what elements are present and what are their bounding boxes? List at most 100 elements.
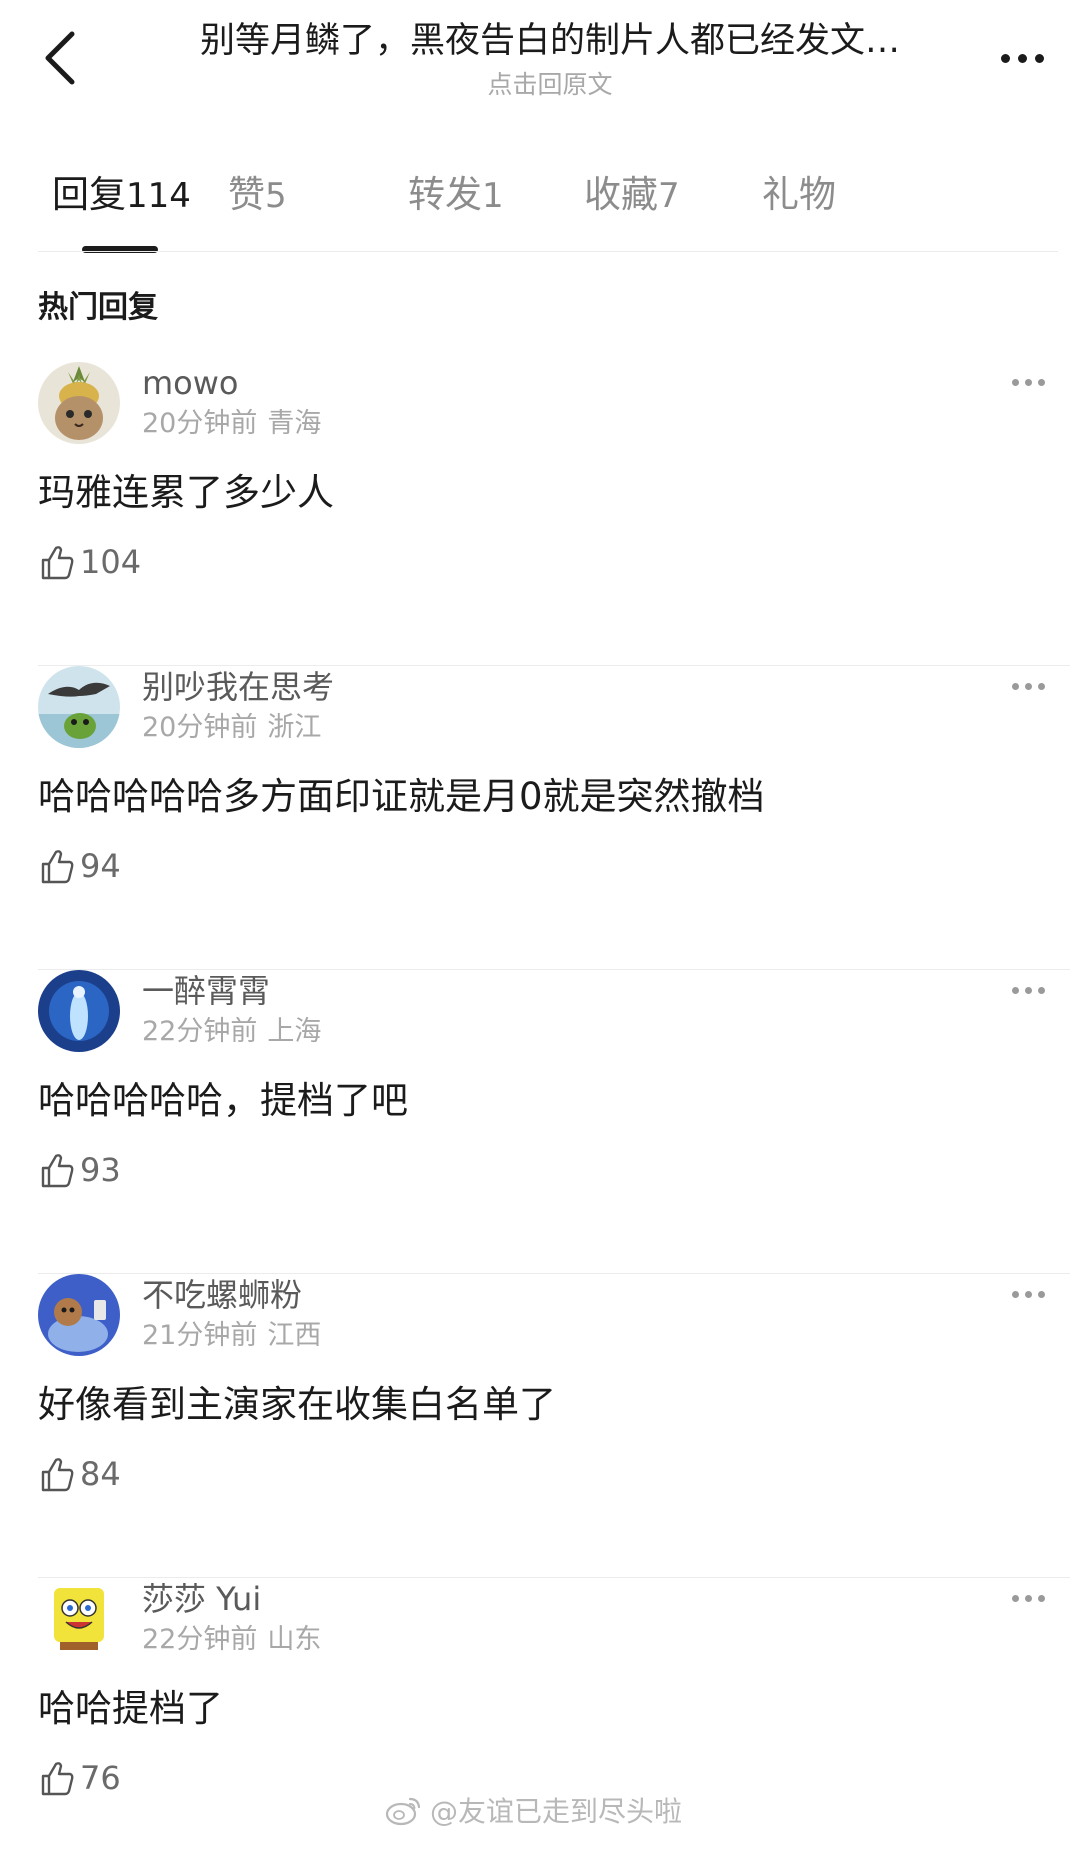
back-button[interactable] <box>28 22 92 94</box>
comment-time: 21分钟前 <box>142 1320 258 1351</box>
comment-meta: 22分钟前 上海 <box>142 1014 321 1050</box>
comment-item: mowo 20分钟前 青海 玛雅连累了多少人 104 <box>0 362 1080 666</box>
tab-count: 114 <box>126 176 191 216</box>
more-dot-icon <box>1000 53 1010 63</box>
comment-time: 20分钟前 <box>142 408 258 439</box>
tab-count: 7 <box>658 176 680 216</box>
tab-label: 礼物 <box>762 173 836 216</box>
comment-text: 哈哈哈哈哈，提档了吧 <box>38 1079 408 1122</box>
tab-count: 5 <box>265 176 287 216</box>
watermark: @友谊已走到尽头啦 <box>384 1788 682 1832</box>
thumbs-up-icon <box>41 1762 74 1796</box>
like-button[interactable]: 94 <box>38 844 121 888</box>
comment-time: 22分钟前 <box>142 1016 258 1047</box>
comment-more-button[interactable] <box>1000 978 1056 1002</box>
more-dot-icon <box>1037 682 1045 690</box>
more-dot-icon <box>1011 1594 1019 1602</box>
like-count: 93 <box>80 1151 121 1189</box>
comment-more-button[interactable] <box>1000 1282 1056 1306</box>
more-dot-icon <box>1037 1594 1045 1602</box>
comment-text: 哈哈提档了 <box>38 1687 223 1730</box>
comment-item: 别吵我在思考 20分钟前 浙江 哈哈哈哈哈多方面印证就是月0就是突然撤档 94 <box>0 666 1080 970</box>
more-dot-icon <box>1011 986 1019 994</box>
avatar[interactable] <box>38 666 120 748</box>
comment-location: 上海 <box>267 1016 322 1047</box>
avatar[interactable] <box>38 970 120 1052</box>
more-options-button[interactable] <box>992 38 1052 78</box>
more-dot-icon <box>1034 53 1044 63</box>
bird-frog-avatar <box>38 666 120 748</box>
comment-location: 山东 <box>267 1624 322 1655</box>
more-dot-icon <box>1037 378 1045 386</box>
thumbs-up-icon <box>41 546 74 580</box>
more-dot-icon <box>1011 1290 1019 1298</box>
user-name[interactable]: 一醉霄霄 <box>142 970 270 1012</box>
like-count: 94 <box>80 847 121 885</box>
more-dot-icon <box>1024 1290 1032 1298</box>
comment-time: 22分钟前 <box>142 1624 258 1655</box>
like-count: 76 <box>80 1759 121 1797</box>
more-dot-icon <box>1024 1594 1032 1602</box>
user-name[interactable]: 不吃螺蛳粉 <box>142 1274 302 1316</box>
back-to-original-link[interactable]: 点击回原文 <box>130 68 970 102</box>
thumbs-up-icon <box>41 1458 74 1492</box>
tab-replies[interactable]: 回复114 <box>52 170 191 221</box>
like-button[interactable]: 76 <box>38 1756 121 1800</box>
watermark-text: @友谊已走到尽头啦 <box>430 1795 683 1828</box>
more-dot-icon <box>1037 1290 1045 1298</box>
user-name[interactable]: 别吵我在思考 <box>142 666 334 708</box>
comment-item: 一醉霄霄 22分钟前 上海 哈哈哈哈哈，提档了吧 93 <box>0 970 1080 1274</box>
comment-meta: 21分钟前 江西 <box>142 1318 321 1354</box>
hot-replies-heading: 热门回复 <box>38 290 158 325</box>
comment-location: 浙江 <box>267 712 322 743</box>
comment-meta: 22分钟前 山东 <box>142 1622 321 1658</box>
comment-time: 20分钟前 <box>142 712 258 743</box>
like-button[interactable]: 84 <box>38 1452 121 1496</box>
comment-more-button[interactable] <box>1000 1586 1056 1610</box>
comment-text: 哈哈哈哈哈多方面印证就是月0就是突然撤档 <box>38 775 765 818</box>
comment-item: 不吃螺蛳粉 21分钟前 江西 好像看到主演家在收集白名单了 84 <box>0 1274 1080 1578</box>
tab-bar: 回复114 赞5 转发1 收藏7 礼物 <box>38 150 1058 253</box>
tab-label: 转发 <box>408 173 482 216</box>
comment-meta: 20分钟前 青海 <box>142 406 321 442</box>
spongebob-avatar <box>38 1578 120 1660</box>
pineapple-cat-avatar <box>38 362 120 444</box>
like-button[interactable]: 104 <box>38 540 141 584</box>
tab-label: 收藏 <box>584 173 658 216</box>
cartoon-character-avatar <box>38 1274 120 1356</box>
comment-text: 玛雅连累了多少人 <box>38 471 334 514</box>
user-name[interactable]: 莎莎 Yui <box>142 1578 261 1620</box>
more-dot-icon <box>1024 378 1032 386</box>
avatar[interactable] <box>38 1578 120 1660</box>
more-dot-icon <box>1017 53 1027 63</box>
comment-text: 好像看到主演家在收集白名单了 <box>38 1383 556 1426</box>
tab-favorites[interactable]: 收藏7 <box>584 170 680 221</box>
tab-reposts[interactable]: 转发1 <box>408 170 504 221</box>
user-name[interactable]: mowo <box>142 362 239 404</box>
like-count: 104 <box>80 543 142 581</box>
comment-location: 青海 <box>267 408 322 439</box>
avatar[interactable] <box>38 1274 120 1356</box>
tab-likes[interactable]: 赞5 <box>228 170 287 221</box>
comment-more-button[interactable] <box>1000 674 1056 698</box>
top-nav-bar: 别等月鳞了，黑夜告白的制片人都已经发文… 点击回原文 <box>0 0 1080 120</box>
comment-meta: 20分钟前 浙江 <box>142 710 321 746</box>
like-count: 84 <box>80 1455 121 1493</box>
more-dot-icon <box>1024 986 1032 994</box>
post-title: 别等月鳞了，黑夜告白的制片人都已经发文… <box>199 21 900 61</box>
like-button[interactable]: 93 <box>38 1148 121 1192</box>
title-block[interactable]: 别等月鳞了，黑夜告白的制片人都已经发文… 点击回原文 <box>130 16 970 102</box>
thumbs-up-icon <box>41 850 74 884</box>
more-dot-icon <box>1037 986 1045 994</box>
tab-gifts[interactable]: 礼物 <box>762 170 836 221</box>
avatar[interactable] <box>38 362 120 444</box>
tab-count: 1 <box>482 176 504 216</box>
more-dot-icon <box>1011 378 1019 386</box>
comment-more-button[interactable] <box>1000 370 1056 394</box>
tab-label: 赞 <box>228 173 265 216</box>
more-dot-icon <box>1011 682 1019 690</box>
thumbs-up-icon <box>41 1154 74 1188</box>
chevron-left-icon <box>45 31 75 85</box>
weibo-logo-icon <box>385 1797 421 1826</box>
comment-location: 江西 <box>267 1320 322 1351</box>
